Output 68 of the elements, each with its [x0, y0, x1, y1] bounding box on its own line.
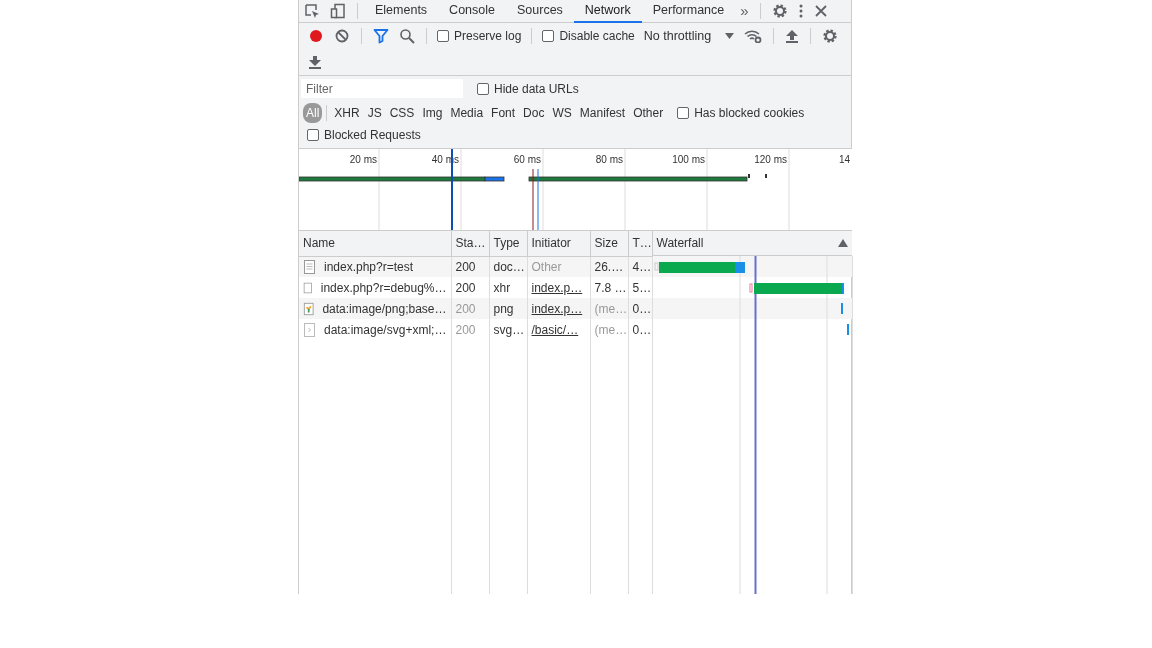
filter-type[interactable]: Img: [419, 102, 446, 123]
settings-icon[interactable]: [822, 28, 839, 44]
filter-type[interactable]: WS: [549, 102, 575, 123]
tick-label: 120 ms: [754, 154, 787, 165]
file-icon: [303, 280, 313, 295]
file-icon: [303, 301, 315, 316]
column-header[interactable]: Size: [590, 231, 628, 256]
checkbox[interactable]: Blocked Requests: [303, 126, 425, 144]
table-cell: png: [489, 298, 527, 319]
column-header[interactable]: Type: [489, 231, 527, 256]
tick-label: 14: [839, 154, 851, 165]
filter-type[interactable]: Manifest: [576, 102, 629, 123]
column-header[interactable]: Initiator: [527, 231, 590, 256]
download-icon[interactable]: [308, 55, 322, 69]
tab[interactable]: Elements: [364, 0, 439, 23]
column-header[interactable]: Name: [299, 231, 451, 256]
table-cell: (me…: [590, 298, 628, 319]
tick-label: 80 ms: [595, 154, 623, 165]
sort-up-icon[interactable]: [838, 239, 848, 247]
table-cell: svg…: [489, 319, 527, 340]
table-cell: (me…: [590, 319, 628, 340]
filter-type[interactable]: XHR: [331, 102, 363, 123]
request-name[interactable]: index.php?r=debug%…: [320, 278, 447, 297]
dropdown-caret-icon: [725, 33, 735, 39]
initiator-link[interactable]: /basic/…: [531, 322, 579, 337]
more-tabs-button[interactable]: »: [735, 0, 754, 23]
file-icon: [303, 322, 316, 337]
record-icon[interactable]: [308, 28, 324, 44]
clear-icon[interactable]: [334, 28, 350, 44]
tick-label: 100 ms: [672, 154, 705, 165]
tick-label: 20 ms: [349, 154, 377, 165]
inspect-icon[interactable]: [304, 3, 320, 19]
filter-input[interactable]: Filter: [301, 79, 463, 98]
column-header[interactable]: Sta…: [451, 231, 489, 256]
checkbox[interactable]: Hide data URLs: [473, 79, 583, 98]
tick-label: 60 ms: [513, 154, 541, 165]
filter-icon[interactable]: [373, 28, 389, 44]
tab[interactable]: Sources: [506, 0, 574, 23]
filter-type[interactable]: Doc: [520, 102, 548, 123]
filter-type[interactable]: Font: [488, 102, 519, 123]
request-name[interactable]: data:image/svg+xml;…: [324, 320, 447, 339]
waterfall-bar-drawing: [840, 302, 843, 314]
table-cell: 0…: [628, 298, 652, 319]
tab[interactable]: Performance: [641, 0, 736, 23]
table-cell: 0…: [628, 319, 652, 340]
tab[interactable]: Console: [438, 0, 506, 23]
filter-type[interactable]: Other: [630, 102, 667, 123]
column-header[interactable]: T…: [628, 231, 652, 256]
close-icon[interactable]: [813, 4, 828, 18]
device-icon[interactable]: [330, 3, 346, 19]
checkbox[interactable]: Preserve log: [433, 27, 526, 45]
filter-type[interactable]: Media: [447, 102, 487, 123]
network-conditions-icon[interactable]: [744, 29, 763, 43]
more-options-icon[interactable]: [797, 3, 804, 19]
filter-type[interactable]: JS: [364, 102, 385, 123]
search-icon[interactable]: [399, 28, 415, 44]
filter-type[interactable]: CSS: [386, 102, 418, 123]
upload-icon[interactable]: [785, 29, 800, 43]
waterfall-bar-drawing: [846, 323, 849, 335]
throttling-dropdown[interactable]: No throttling: [638, 26, 740, 46]
initiator-link[interactable]: index.p…: [531, 280, 583, 295]
file-icon: [303, 259, 316, 274]
checkbox[interactable]: Has blocked cookies: [673, 103, 809, 122]
table-cell: 200: [451, 319, 489, 340]
checkbox[interactable]: Disable cache: [538, 27, 639, 45]
column-header[interactable]: Waterfall: [656, 234, 704, 252]
table-cell: 200: [451, 298, 489, 319]
settings-icon[interactable]: [771, 3, 788, 19]
